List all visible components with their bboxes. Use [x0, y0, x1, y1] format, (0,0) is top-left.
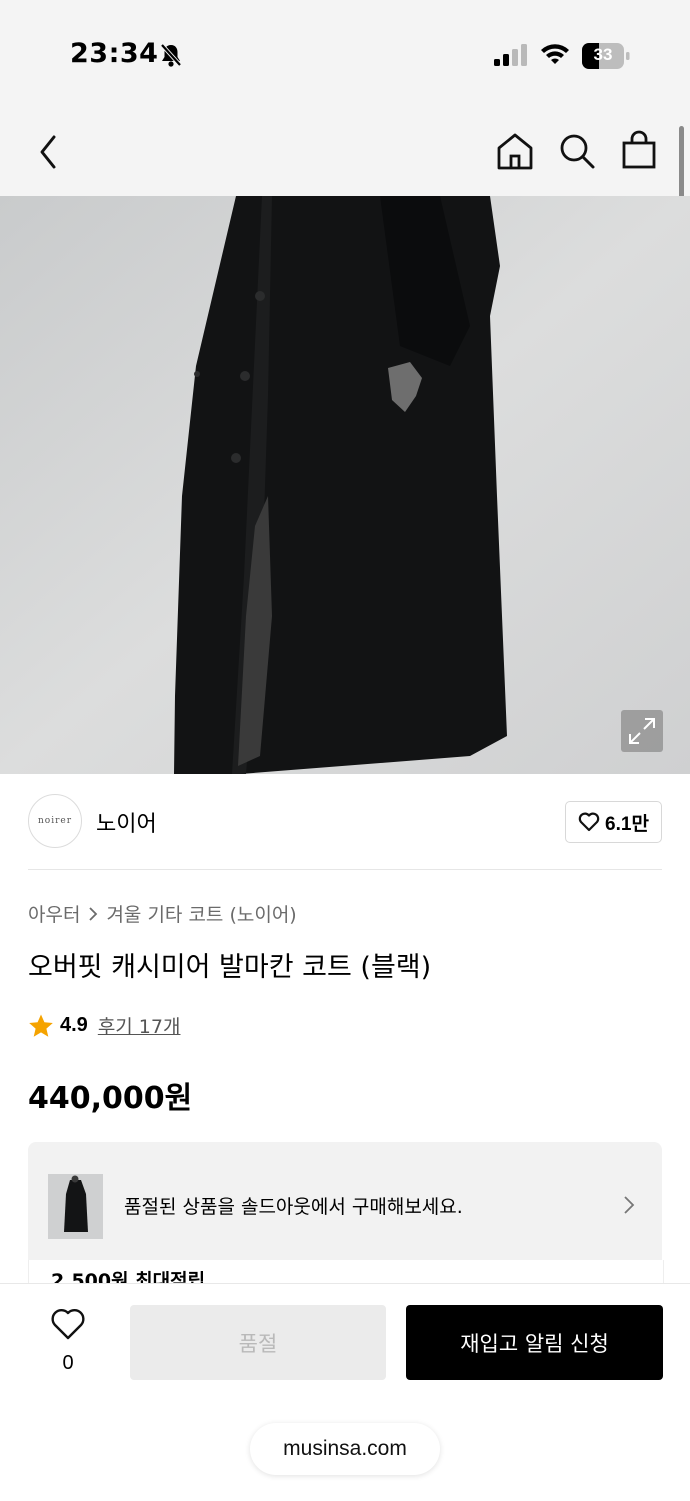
wifi-icon: [541, 44, 569, 64]
nav-bar: [0, 108, 690, 196]
brand-row: noirer 노이어 6.1만: [28, 794, 662, 850]
chevron-right-icon: [89, 906, 98, 921]
breadcrumb-category[interactable]: 아우터: [28, 900, 80, 927]
wishlist-button[interactable]: 0: [40, 1306, 96, 1376]
product-image[interactable]: [0, 196, 690, 774]
breadcrumb-subcategory[interactable]: 겨울 기타 코트 (노이어): [106, 900, 296, 927]
wishlist-count: 0: [62, 1352, 74, 1374]
soldout-thumbnail: [48, 1174, 103, 1239]
status-time: 23:34: [70, 38, 159, 69]
shopping-bag-icon[interactable]: [620, 130, 658, 170]
url-bar[interactable]: musinsa.com: [250, 1423, 440, 1475]
home-icon[interactable]: [496, 132, 534, 170]
expand-icon: [629, 718, 655, 744]
search-icon[interactable]: [558, 132, 596, 170]
brand-like-button[interactable]: 6.1만: [565, 801, 662, 843]
soldout-banner-text: 품절된 상품을 솔드아웃에서 구매해보세요.: [124, 1196, 463, 1218]
chevron-right-icon: [624, 1196, 635, 1214]
soldout-button[interactable]: 품절: [130, 1305, 386, 1380]
brand-like-count: 6.1만: [605, 813, 649, 835]
heart-icon: [578, 812, 600, 832]
brand-logo[interactable]: noirer: [28, 794, 82, 848]
brand-logo-text: noirer: [37, 816, 73, 826]
battery-level: 33: [593, 45, 613, 64]
expand-image-button[interactable]: [621, 710, 663, 752]
point-text: 2,500원 최대적립: [51, 1270, 206, 1284]
bell-muted-icon: [160, 43, 182, 67]
product-price: 440,000원: [28, 1081, 193, 1116]
back-chevron-icon[interactable]: [36, 134, 62, 170]
status-bar: 23:34 33: [0, 0, 690, 108]
heart-icon: [51, 1308, 85, 1340]
product-title: 오버핏 캐시미어 발마칸 코트 (블랙): [28, 952, 432, 983]
rating-row: 4.9 후기 17개: [28, 1012, 180, 1039]
coat-photo: [0, 196, 690, 774]
review-link[interactable]: 후기 17개: [98, 1012, 181, 1039]
soldout-banner[interactable]: 품절된 상품을 솔드아웃에서 구매해보세요.: [28, 1142, 662, 1260]
star-icon: [29, 1014, 53, 1037]
signal-icon: [494, 44, 527, 66]
rating-value: 4.9: [60, 1014, 88, 1036]
point-info: 2,500원 최대적립: [28, 1260, 664, 1284]
restock-alert-button[interactable]: 재입고 알림 신청: [406, 1305, 663, 1380]
divider: [28, 869, 662, 870]
brand-name[interactable]: 노이어: [96, 806, 157, 838]
breadcrumb: 아우터 겨울 기타 코트 (노이어): [28, 900, 297, 927]
